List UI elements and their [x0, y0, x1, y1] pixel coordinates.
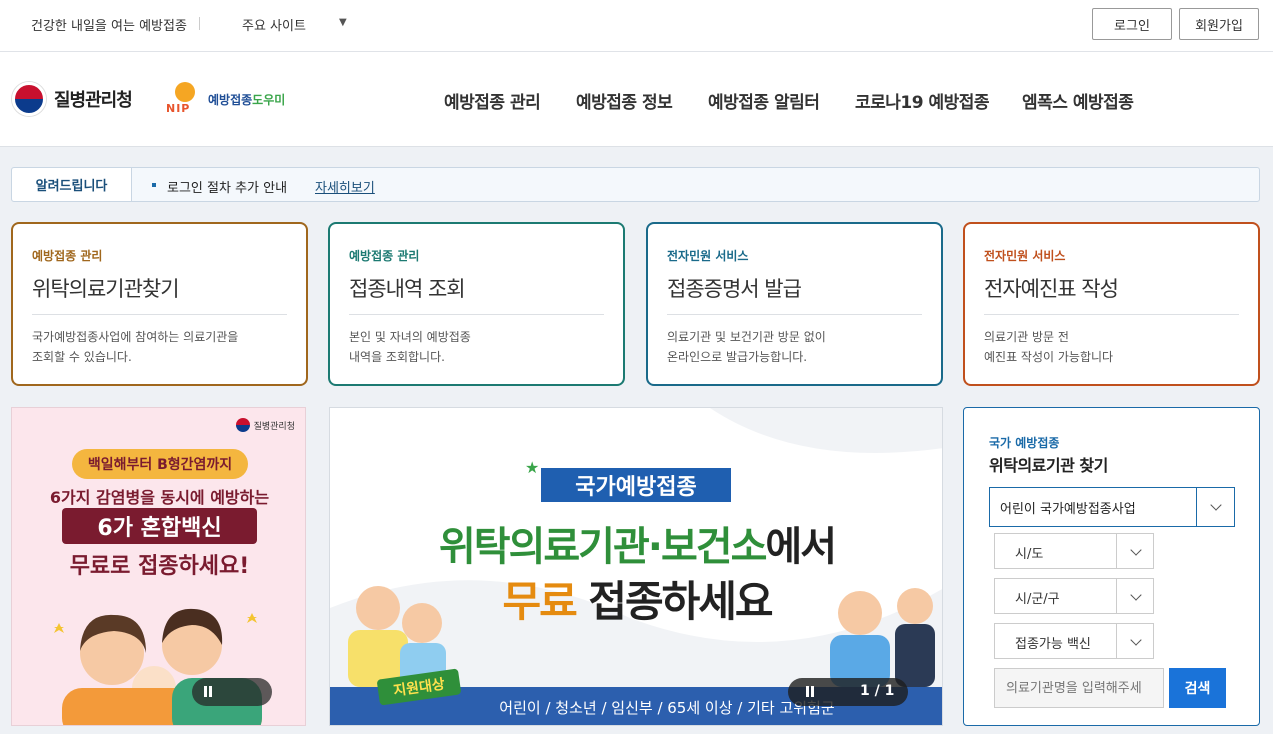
nav-mpox-vaccination[interactable]: 엠폭스 예방접종: [1022, 88, 1134, 113]
chevron-down-icon: [1130, 544, 1142, 556]
card-description: 의료기관 및 보건기관 방문 없이 온라인으로 발급가능합니다.: [667, 330, 826, 364]
clinic-name-input[interactable]: [994, 668, 1164, 708]
notice-more-link[interactable]: 자세히보기: [315, 177, 375, 196]
chevron-down-icon: [1130, 589, 1142, 601]
chevron-down-icon: [1130, 634, 1142, 646]
site-header: 질병관리청 NIP 예방접종도우미 예방접종 관리 예방접종 정보 예방접종 알…: [0, 52, 1273, 147]
promo-line2: 6가지 감염병을 동시에 예방하는: [49, 488, 270, 507]
card-title: 전자예진표 작성: [984, 277, 1119, 301]
card-title: 접종증명서 발급: [667, 277, 802, 301]
login-button[interactable]: 로그인: [1092, 8, 1172, 40]
main-sites-dropdown[interactable]: 주요 사이트: [242, 15, 306, 34]
divider: [984, 314, 1239, 315]
card-category: 전자민원 서비스: [984, 249, 1066, 263]
banner-headline-1: 위탁의료기관·보건소에서: [438, 524, 837, 570]
taegeuk-icon: [235, 418, 250, 432]
signup-button[interactable]: 회원가입: [1179, 8, 1259, 40]
nip-sun-icon: NIP: [166, 82, 204, 116]
divider: [349, 314, 604, 315]
search-category: 국가 예방접종: [989, 436, 1060, 450]
star-icon: ★: [525, 458, 540, 477]
clinic-search-panel: 국가 예방접종 위탁의료기관 찾기 어린이 국가예방접종사업 시/도 시/군/구…: [963, 407, 1260, 726]
divider: [667, 314, 922, 315]
card-title: 접종내역 조회: [349, 277, 466, 301]
search-title: 위탁의료기관 찾기: [989, 456, 1108, 475]
kdca-logo[interactable]: 질병관리청: [12, 82, 133, 116]
divider: [199, 17, 200, 30]
main-banner[interactable]: ★ 국가예방접종 위탁의료기관·보건소에서 무료 접종하세요 어린이 / 청소년…: [329, 407, 943, 726]
notice-label: 알려드립니다: [12, 168, 132, 201]
promo-brand: 질병관리청: [235, 418, 295, 432]
nip-letters: NIP: [166, 102, 191, 115]
pause-icon: [204, 686, 207, 697]
promo-line3: 6가 혼합백신: [62, 508, 257, 544]
program-select[interactable]: 어린이 국가예방접종사업: [989, 487, 1235, 527]
taegeuk-icon: [12, 82, 46, 116]
nav-vaccination-management[interactable]: 예방접종 관리: [444, 88, 541, 113]
card-category: 예방접종 관리: [349, 249, 420, 263]
card-category: 예방접종 관리: [32, 249, 103, 263]
sido-select[interactable]: 시/도: [994, 533, 1154, 569]
vaccine-select[interactable]: 접종가능 백신: [994, 623, 1154, 659]
search-button[interactable]: 검색: [1169, 668, 1226, 708]
chevron-down-icon: [1210, 499, 1222, 511]
nip-logo[interactable]: NIP 예방접종도우미: [166, 82, 285, 116]
promo-poster-hexavalent[interactable]: 질병관리청 백일해부터 B형간염까지 6가지 감염병을 동시에 예방하는 6가 …: [11, 407, 306, 726]
nav-covid19-vaccination[interactable]: 코로나19 예방접종: [855, 88, 990, 113]
sigungu-select[interactable]: 시/군/구: [994, 578, 1154, 614]
card-certificate[interactable]: 전자민원 서비스 접종증명서 발급 의료기관 및 보건기관 방문 없이 온라인으로…: [646, 222, 943, 386]
nip-name: 예방접종도우미: [208, 92, 286, 107]
slide-counter: 1 / 1: [860, 683, 895, 699]
notice-bar: 알려드립니다 로그인 절차 추가 안내 자세히보기: [11, 167, 1260, 202]
caret-down-icon[interactable]: ▼: [339, 17, 347, 28]
card-history-lookup[interactable]: 예방접종 관리 접종내역 조회 본인 및 자녀의 예방접종 내역을 조회합니다.: [328, 222, 625, 386]
card-title: 위탁의료기관찾기: [32, 277, 180, 301]
card-e-questionnaire[interactable]: 전자민원 서비스 전자예진표 작성 의료기관 방문 전 예진표 작성이 가능합니다: [963, 222, 1260, 386]
banner-slider-control[interactable]: 1 / 1: [788, 678, 908, 706]
card-description: 본인 및 자녀의 예방접종 내역을 조회합니다.: [349, 330, 471, 364]
promo-line4: 무료로 접종하세요!: [69, 554, 250, 579]
card-category: 전자민원 서비스: [667, 249, 749, 263]
banner-tag: 국가예방접종: [541, 468, 731, 502]
nav-vaccination-notice[interactable]: 예방접종 알림터: [708, 88, 820, 113]
site-slogan: 건강한 내일을 여는 예방접종: [31, 19, 187, 34]
pause-icon[interactable]: [806, 686, 809, 697]
nav-vaccination-info[interactable]: 예방접종 정보: [576, 88, 673, 113]
promo-pause-button[interactable]: [192, 678, 272, 706]
kdca-name: 질병관리청: [54, 90, 133, 111]
banner-headline-2: 무료 접종하세요: [502, 577, 773, 626]
card-description: 국가예방접종사업에 참여하는 의료기관을 조회할 수 있습니다.: [32, 330, 239, 364]
divider: [32, 314, 287, 315]
promo-pill: 백일해부터 B형간염까지: [72, 449, 248, 479]
top-utility-bar: 건강한 내일을 여는 예방접종 주요 사이트 ▼ 로그인 회원가입: [0, 0, 1273, 52]
bullet-icon: [152, 183, 156, 187]
notice-text[interactable]: 로그인 절차 추가 안내: [167, 177, 287, 196]
card-description: 의료기관 방문 전 예진표 작성이 가능합니다: [984, 330, 1114, 364]
family-illustration: [54, 608, 262, 725]
card-find-clinic[interactable]: 예방접종 관리 위탁의료기관찾기 국가예방접종사업에 참여하는 의료기관을 조회할…: [11, 222, 308, 386]
